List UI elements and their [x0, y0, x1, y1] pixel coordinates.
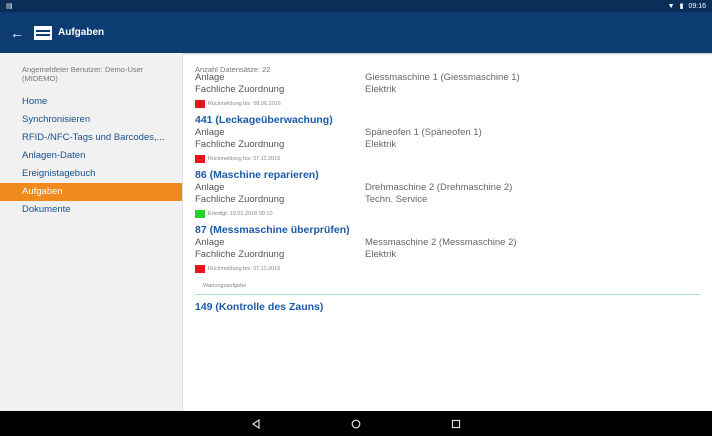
- anlage-label: Anlage: [195, 237, 225, 248]
- status-row: Rückmeldung bis: 07.11.2015: [195, 264, 700, 273]
- home-circle-icon[interactable]: [346, 414, 366, 434]
- anlage-label: Anlage: [195, 72, 225, 83]
- sidebar-item-synchronisieren[interactable]: Synchronisieren: [0, 111, 182, 129]
- anlage-value: Späneofen 1 (Späneofen 1): [365, 127, 482, 138]
- zuordnung-label: Fachliche Zuordnung: [195, 139, 285, 150]
- task-title[interactable]: 87 (Messmaschine überprüfen): [195, 224, 700, 237]
- zuordnung-label: Fachliche Zuordnung: [195, 194, 285, 205]
- status-bar: ▤ ▼ ▮ 09:16: [0, 0, 712, 12]
- sidebar-item-ereignistagebuch[interactable]: Ereignistagebuch: [0, 165, 182, 183]
- list-item[interactable]: 87 (Messmaschine überprüfen) Anlage Mess…: [195, 224, 700, 273]
- zuordnung-row: Fachliche Zuordnung Elektrik: [195, 139, 700, 151]
- anlage-value: Messmaschine 2 (Messmaschine 2): [365, 237, 517, 248]
- page-title: Aufgaben: [58, 27, 105, 38]
- anlage-row: Anlage Späneofen 1 (Späneofen 1): [195, 127, 700, 139]
- status-right: ▼ ▮ 09:16: [667, 2, 706, 11]
- sidebar-item-rfid-tags[interactable]: RFID-/NFC-Tags und Barcodes,...: [0, 129, 182, 147]
- anlage-row: Anlage Messmaschine 2 (Messmaschine 2): [195, 237, 700, 249]
- app-logo-icon: [34, 25, 52, 40]
- status-text: Rückmeldung bis: 07.11.2015: [208, 265, 281, 272]
- zuordnung-label: Fachliche Zuordnung: [195, 84, 285, 95]
- zuordnung-label: Fachliche Zuordnung: [195, 249, 285, 260]
- anlage-value: Giessmaschine 1 (Giessmaschine 1): [365, 72, 520, 83]
- zuordnung-value: Elektrik: [365, 84, 397, 95]
- task-title[interactable]: 149 (Kontrolle des Zauns): [195, 301, 700, 314]
- anlage-row: Anlage Giessmaschine 1 (Giessmaschine 1): [195, 72, 700, 84]
- zuordnung-row: Fachliche Zuordnung Techn. Service: [195, 194, 700, 206]
- status-text: Rückmeldung bis: 08.06.2016: [208, 100, 281, 107]
- anlage-row: Anlage Drehmaschine 2 (Drehmaschine 2): [195, 182, 700, 194]
- status-indicator: [195, 154, 205, 163]
- sidebar-item-home[interactable]: Home: [0, 93, 182, 111]
- anlage-label: Anlage: [195, 127, 225, 138]
- status-row: Rückmeldung bis: 07.11.2015: [195, 154, 700, 163]
- task-list: Anzahl Datensätze: 22 Anlage Giessmaschi…: [183, 53, 712, 411]
- zuordnung-value: Elektrik: [365, 249, 397, 260]
- status-indicator: [195, 264, 205, 273]
- app-bar: ← Aufgaben: [0, 12, 712, 53]
- notification-icon: ▤: [6, 3, 13, 10]
- status-indicator: [195, 99, 205, 108]
- status-indicator: [195, 209, 205, 218]
- arrow-left-icon[interactable]: ←: [10, 25, 26, 41]
- back-triangle-icon[interactable]: [246, 414, 266, 434]
- sidebar: Angemeldeter Benutzer: Demo-User (MIDEMO…: [0, 53, 183, 411]
- status-row: Erledigt: 19.01.2018 09:10: [195, 209, 700, 218]
- status-text: Rückmeldung bis: 07.11.2015: [208, 155, 281, 162]
- wifi-icon: ▼: [667, 2, 675, 10]
- list-item[interactable]: 86 (Maschine reparieren) Anlage Drehmasc…: [195, 169, 700, 218]
- status-row: Rückmeldung bis: 08.06.2016: [195, 99, 700, 108]
- sidebar-item-anlagen-daten[interactable]: Anlagen-Daten: [0, 147, 182, 165]
- sidebar-item-aufgaben[interactable]: Aufgaben: [0, 183, 182, 201]
- section-header: Wartungsaufgabe: [195, 273, 700, 295]
- task-title[interactable]: 86 (Maschine reparieren): [195, 169, 700, 182]
- zuordnung-value: Elektrik: [365, 139, 397, 150]
- zuordnung-row: Fachliche Zuordnung Elektrik: [195, 84, 700, 96]
- zuordnung-value: Techn. Service: [365, 194, 428, 205]
- logged-in-user: Angemeldeter Benutzer: Demo-User (MIDEMO…: [22, 65, 144, 83]
- anlage-value: Drehmaschine 2 (Drehmaschine 2): [365, 182, 513, 193]
- task-title[interactable]: 441 (Leckageüberwachung): [195, 114, 700, 127]
- zuordnung-row: Fachliche Zuordnung Elektrik: [195, 249, 700, 261]
- list-item[interactable]: 441 (Leckageüberwachung) Anlage Späneofe…: [195, 114, 700, 163]
- recents-square-icon[interactable]: [446, 414, 466, 434]
- sidebar-item-dokumente[interactable]: Dokumente: [0, 201, 182, 219]
- list-item[interactable]: Anlage Giessmaschine 1 (Giessmaschine 1)…: [195, 72, 700, 108]
- system-nav-bar: [0, 411, 712, 436]
- battery-icon: ▮: [679, 3, 684, 10]
- clock: 09:16: [688, 2, 706, 10]
- anlage-label: Anlage: [195, 182, 225, 193]
- status-text: Erledigt: 19.01.2018 09:10: [208, 210, 273, 217]
